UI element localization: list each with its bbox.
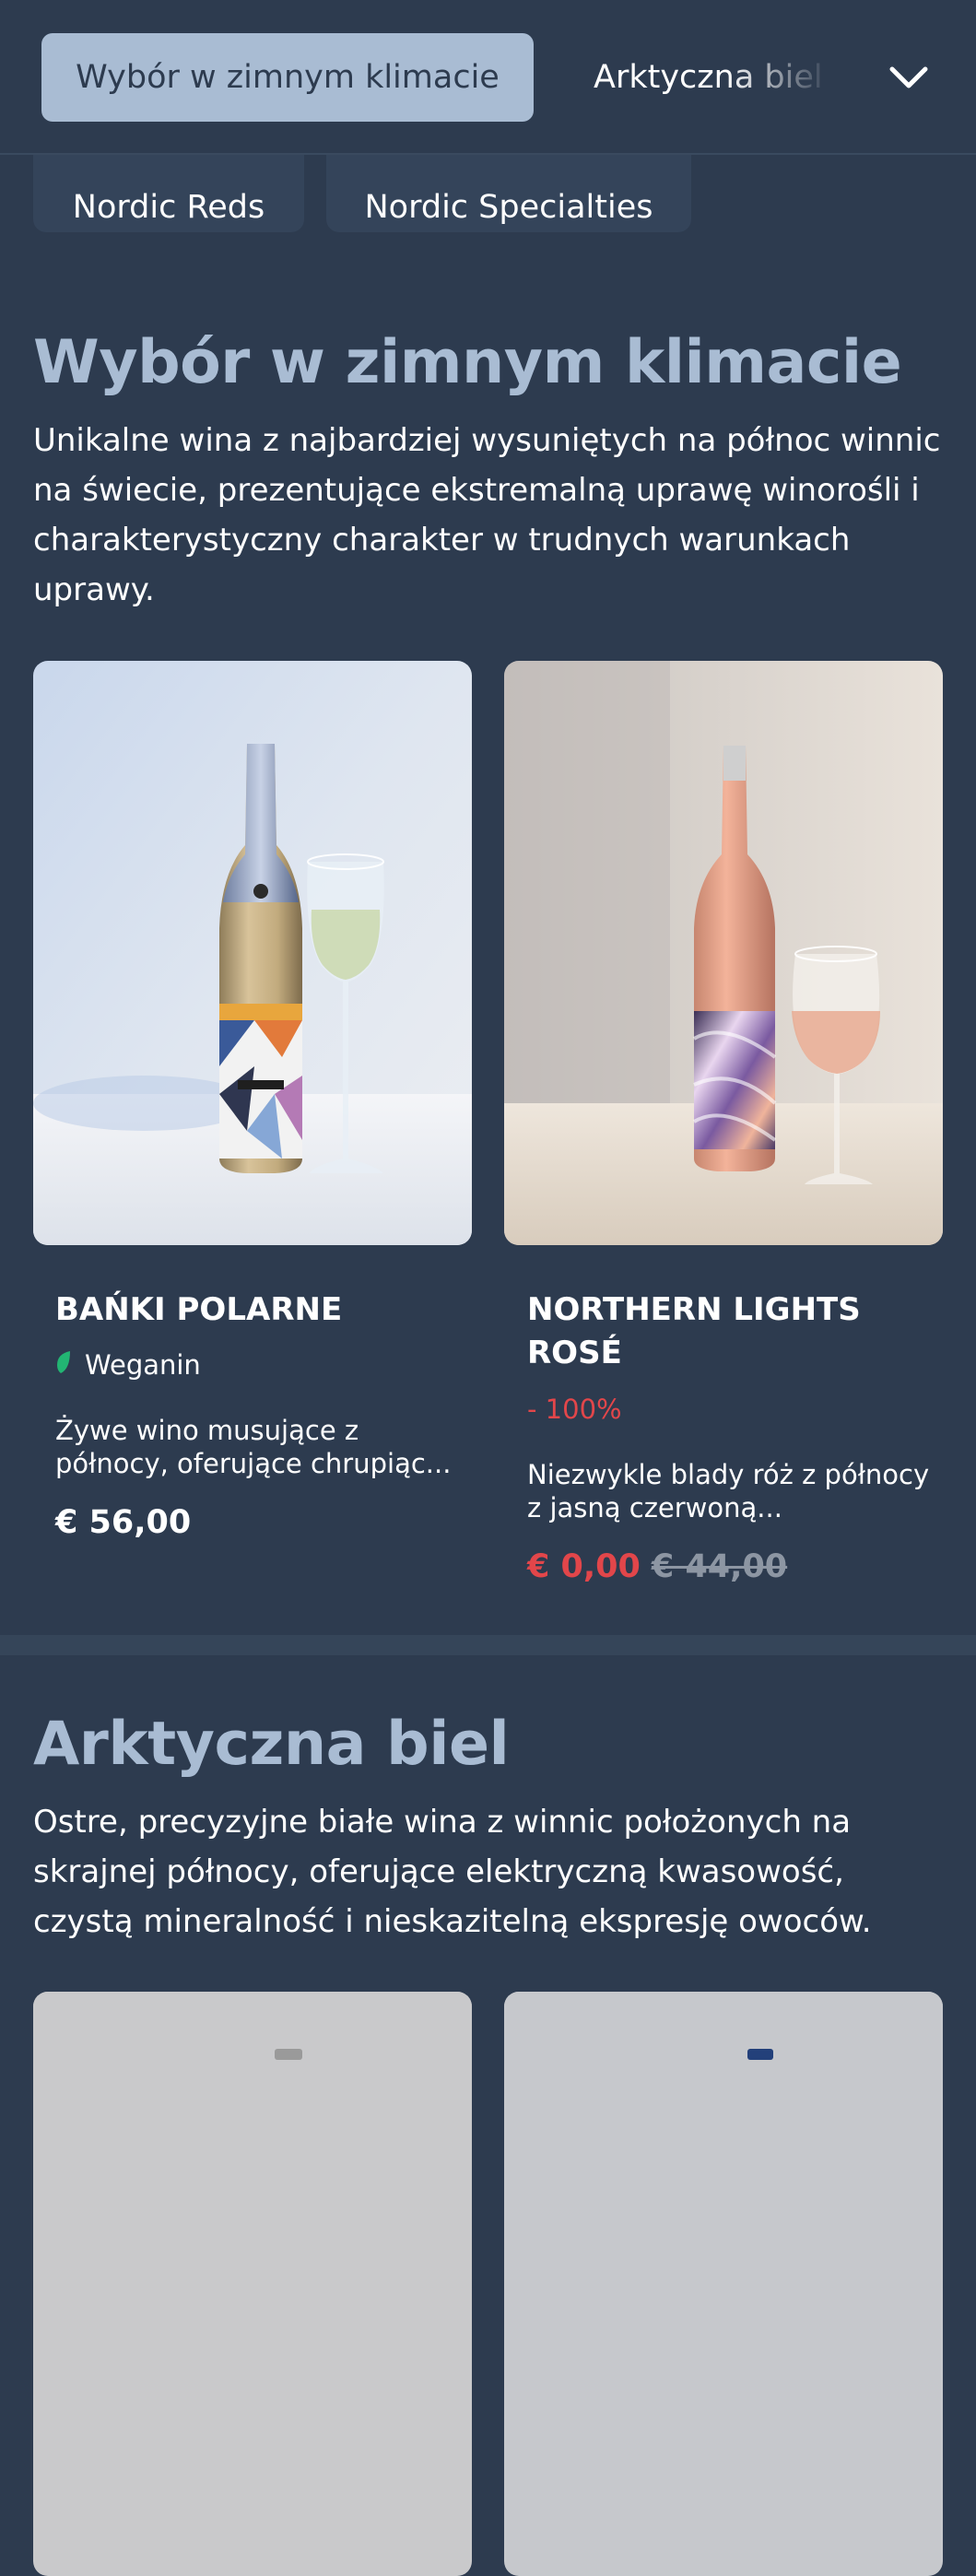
sale-price: € 0,00 [527, 1548, 641, 1585]
vegan-badge-label: Weganin [85, 1349, 201, 1381]
product-description: Niezwykle blady róż z północy z jasną cz… [527, 1459, 930, 1523]
vegan-badge: Weganin [55, 1349, 201, 1381]
tab-label: Wybór w zimnym klimacie [76, 59, 500, 96]
product-price: € 56,00 [55, 1504, 192, 1541]
section-divider [0, 1635, 976, 1655]
tab-label: Arktyczna biel [594, 59, 823, 96]
product-image-polar-bubbles[interactable] [33, 661, 472, 1245]
chevron-down-icon[interactable] [885, 53, 933, 101]
pill-label: Nordic Specialties [364, 189, 653, 226]
section-description: Unikalne wina z najbardziej wysuniętych … [33, 422, 941, 608]
product-image-northern-lights-rose[interactable] [504, 661, 943, 1245]
section-title: Arktyczna biel [33, 1710, 510, 1779]
product-price-block: € 0,00 € 44,00 [527, 1548, 787, 1585]
original-price: € 44,00 [651, 1548, 788, 1585]
product-name[interactable]: BAŃKI POLARNE [55, 1288, 452, 1332]
product-image[interactable] [33, 1992, 472, 2576]
discount-badge: - 100% [527, 1394, 622, 1425]
tab-cold-climate-selection[interactable]: Wybór w zimnym klimacie [41, 33, 534, 122]
section-title: Wybór w zimnym klimacie [33, 328, 902, 397]
pill-label: Nordic Reds [72, 189, 265, 226]
category-nav-bar: Wybór w zimnym klimacie Arktyczna biel [0, 0, 976, 155]
section-description: Ostre, precyzyjne białe wina z winnic po… [33, 1804, 872, 1940]
product-image[interactable] [504, 1992, 943, 2576]
product-description: Żywe wino musujące z północy, oferujące … [55, 1415, 452, 1479]
tab-arctic-white[interactable]: Arktyczna biel [594, 33, 833, 122]
leaf-icon [55, 1349, 72, 1381]
product-name[interactable]: NORTHERN LIGHTS ROSÉ [527, 1288, 914, 1375]
